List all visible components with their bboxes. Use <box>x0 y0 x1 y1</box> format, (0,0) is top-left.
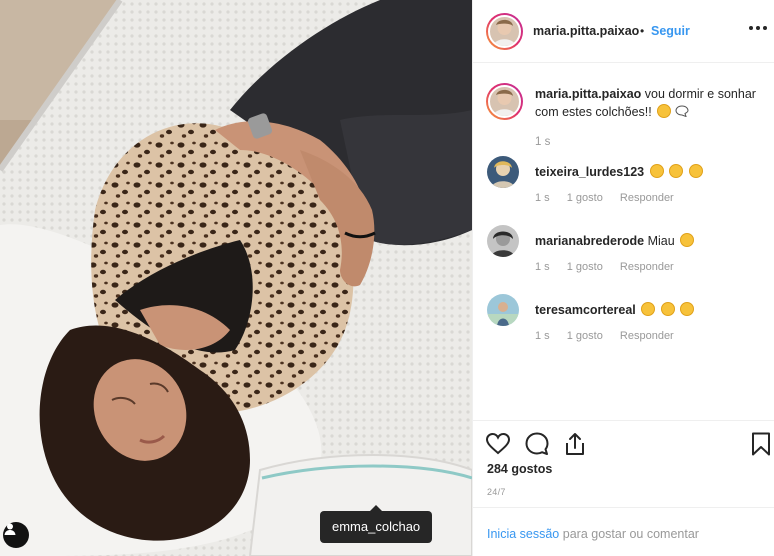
author-username[interactable]: maria.pitta.paixao <box>533 24 639 38</box>
sleepy-face-emoji <box>649 164 664 178</box>
reply-button[interactable]: Responder <box>620 192 674 204</box>
comment-text: teresamcortereal <box>535 302 695 317</box>
cat-face-emoji <box>680 233 695 247</box>
commenter-avatar[interactable] <box>487 156 519 188</box>
caption-username[interactable]: maria.pitta.paixao <box>535 87 641 101</box>
surprised-face-emoji <box>669 164 684 178</box>
comment-likes[interactable]: 1 gosto <box>567 192 603 204</box>
comment-icon[interactable] <box>524 431 550 457</box>
comment-likes[interactable]: 1 gosto <box>567 330 603 342</box>
comment-meta: 1 s 1 gosto Responder <box>535 330 688 342</box>
comment-text: marianabrederode Miau <box>535 233 695 248</box>
bookmark-icon[interactable] <box>748 431 774 457</box>
comment-time: 1 s <box>535 330 550 342</box>
comment-time: 1 s <box>535 261 550 273</box>
comment-item: teresamcortereal 1 s 1 gosto Responder <box>473 294 774 354</box>
follow-button[interactable]: Seguir <box>651 24 690 38</box>
user-icon[interactable] <box>3 522 29 548</box>
login-prompt: Inicia sessão para gostar ou comentar <box>473 507 774 556</box>
sleeping-face-emoji <box>657 104 672 118</box>
caption-author-avatar[interactable] <box>486 83 523 120</box>
photo-user-tag[interactable]: emma_colchao <box>320 505 433 543</box>
comment-likes[interactable]: 1 gosto <box>567 261 603 273</box>
comment-username[interactable]: teresamcortereal <box>535 303 636 317</box>
comment-time: 1 s <box>535 192 550 204</box>
grinning-face-emoji <box>680 302 695 316</box>
separator-dot: • <box>640 24 645 38</box>
reply-button[interactable]: Responder <box>620 330 674 342</box>
comment-username[interactable]: teixeira_lurdes123 <box>535 165 644 179</box>
login-prompt-text: para gostar ou comentar <box>562 527 699 541</box>
post-actions-bar <box>473 420 774 460</box>
caption-text: maria.pitta.paixao vou dormir e sonhar c… <box>535 85 763 121</box>
comment-meta: 1 s 1 gosto Responder <box>535 192 688 204</box>
kissing-face-emoji <box>660 302 675 316</box>
instagram-post: emma_colchao maria.pitta.paixao • Seguir <box>0 0 774 556</box>
share-icon[interactable] <box>562 431 588 457</box>
commenter-avatar[interactable] <box>487 294 519 326</box>
reply-button[interactable]: Responder <box>620 261 674 273</box>
post-header: maria.pitta.paixao • Seguir <box>473 0 774 63</box>
heart-icon[interactable] <box>485 431 511 457</box>
post-date: 24/7 <box>487 487 506 497</box>
photo-illustration <box>0 0 472 556</box>
comment-body: Miau <box>647 234 675 248</box>
comment-meta: 1 s 1 gosto Responder <box>535 261 688 273</box>
smiling-face-emoji <box>688 164 703 178</box>
login-link[interactable]: Inicia sessão <box>487 527 559 541</box>
author-avatar[interactable] <box>486 13 523 50</box>
commenter-avatar[interactable] <box>487 225 519 257</box>
post-side-panel: maria.pitta.paixao • Seguir maria.pitta.… <box>472 0 774 556</box>
more-options-icon[interactable] <box>749 26 767 36</box>
comment-username[interactable]: marianabrederode <box>535 234 644 248</box>
speech-bubble-icon <box>675 105 689 118</box>
comment-item: marianabrederode Miau 1 s 1 gosto Respon… <box>473 225 774 285</box>
post-photo[interactable]: emma_colchao <box>0 0 472 556</box>
likes-count[interactable]: 284 gostos <box>487 462 552 476</box>
comment-text: teixeira_lurdes123 <box>535 164 703 179</box>
kissing-face-emoji <box>641 302 656 316</box>
comment-item: teixeira_lurdes123 1 s 1 gosto Responder <box>473 156 774 216</box>
caption-time: 1 s <box>535 136 551 148</box>
